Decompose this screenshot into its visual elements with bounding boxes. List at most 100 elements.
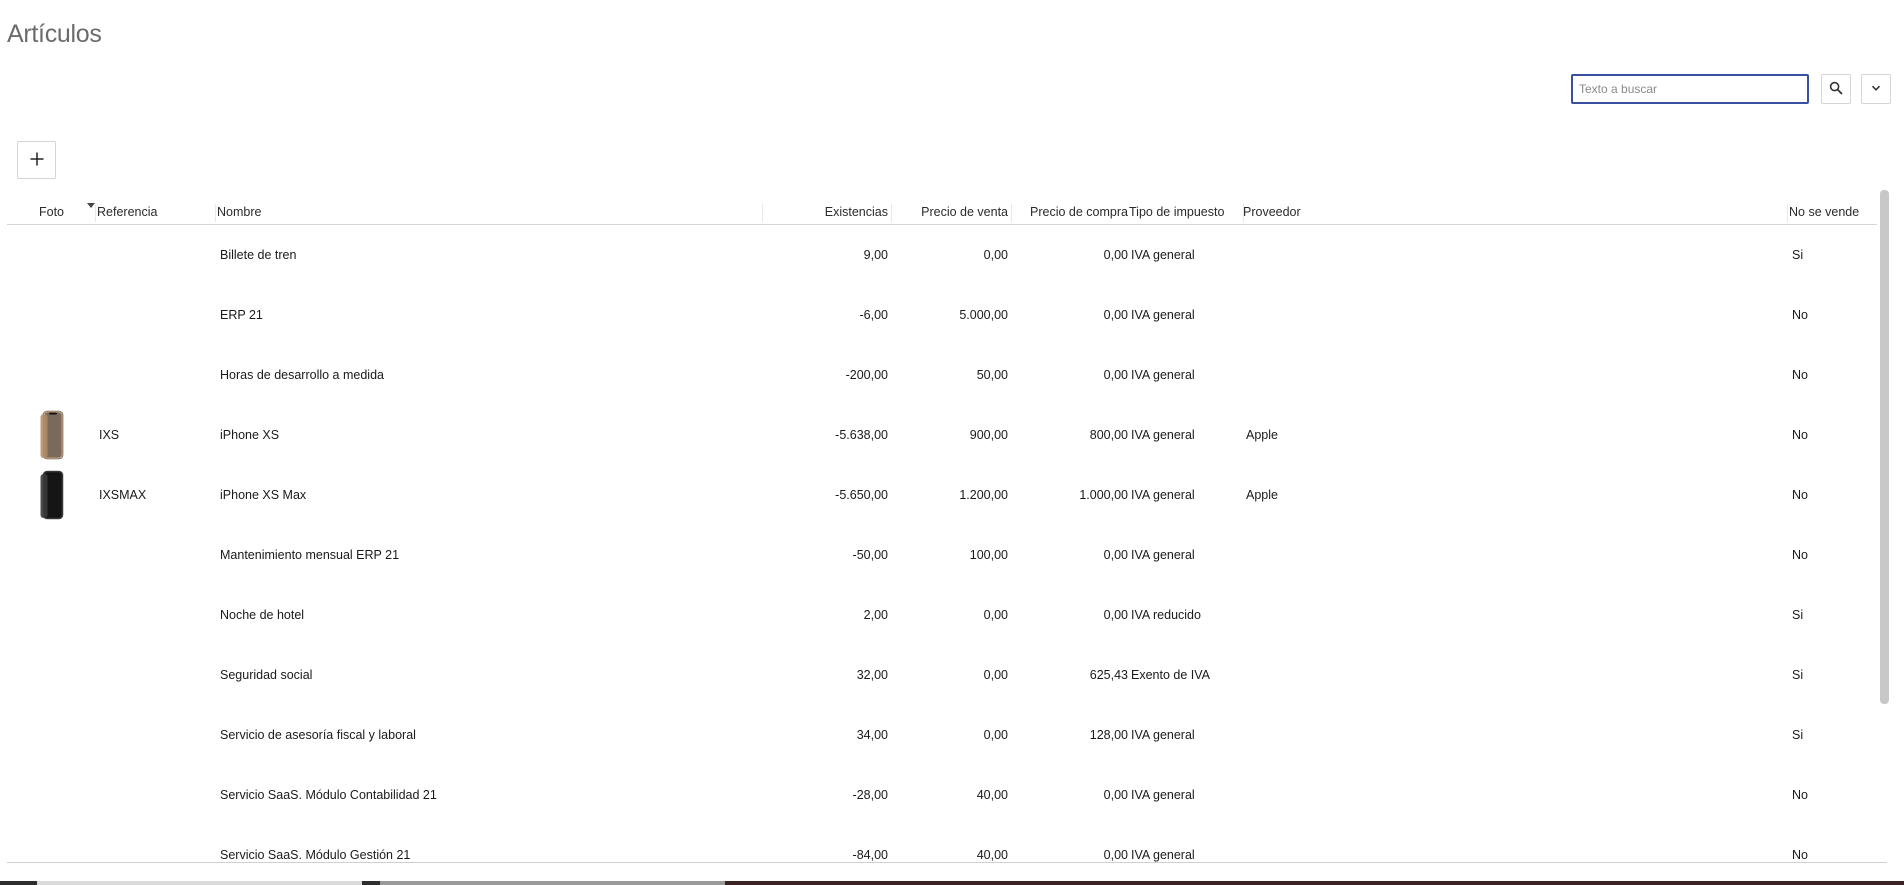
taskbar-strip <box>0 881 1904 885</box>
cell-nombre: Mantenimiento mensual ERP 21 <box>220 548 400 562</box>
cell-tipo-impuesto: IVA general <box>1131 548 1195 562</box>
table-body: Billete de tren 9,00 0,00 0,00 IVA general Si… <box>0 225 1878 862</box>
cell-no-se-vende: No <box>1792 428 1808 442</box>
cell-no-se-vende: No <box>1792 848 1808 862</box>
cell-precio-compra: 1.000,00 <box>1079 488 1128 502</box>
cell-precio-compra: 0,00 <box>1103 248 1128 262</box>
column-header-no-se-vende[interactable]: No se vende <box>1789 205 1859 219</box>
cell-precio-compra: 0,00 <box>1103 848 1128 862</box>
cell-precio-venta: 0,00 <box>983 608 1008 622</box>
cell-nombre: Billete de tren <box>220 248 297 262</box>
cell-no-se-vende: Si <box>1792 728 1804 742</box>
column-separator[interactable] <box>95 204 96 222</box>
plus-icon <box>29 151 45 170</box>
column-header-precio-compra[interactable]: Precio de compra <box>1013 205 1128 219</box>
cell-precio-compra: 0,00 <box>1103 368 1128 382</box>
column-header-foto[interactable]: Foto <box>39 205 64 219</box>
cell-precio-venta: 50,00 <box>976 368 1008 382</box>
taskbar-segment <box>725 881 1904 885</box>
cell-no-se-vende: No <box>1792 488 1808 502</box>
cell-nombre: ERP 21 <box>220 308 263 322</box>
cell-existencias: -5.638,00 <box>835 428 888 442</box>
cell-tipo-impuesto: IVA general <box>1131 848 1195 862</box>
cell-precio-compra: 0,00 <box>1103 308 1128 322</box>
product-photo <box>40 470 66 520</box>
table-row[interactable]: ERP 21 -6,00 5.000,00 0,00 IVA general No <box>7 285 1877 345</box>
cell-no-se-vende: Si <box>1792 668 1804 682</box>
column-header-existencias[interactable]: Existencias <box>767 205 888 219</box>
product-photo <box>40 410 66 460</box>
cell-nombre: Seguridad social <box>220 668 313 682</box>
column-separator[interactable] <box>215 204 216 222</box>
table-bottom-border <box>7 862 1887 863</box>
cell-existencias: 9,00 <box>863 248 888 262</box>
cell-precio-compra: 0,00 <box>1103 548 1128 562</box>
cell-precio-venta: 40,00 <box>976 848 1008 862</box>
table-row[interactable]: Servicio SaaS. Módulo Gestión 21 -84,00 40… <box>7 825 1877 862</box>
cell-nombre: Servicio SaaS. Módulo Contabilidad 21 <box>220 788 437 802</box>
cell-no-se-vende: Si <box>1792 248 1804 262</box>
taskbar-segment <box>380 881 725 885</box>
cell-tipo-impuesto: IVA general <box>1131 488 1195 502</box>
cell-referencia: IXSMAX <box>99 488 147 502</box>
cell-existencias: -6,00 <box>859 308 889 322</box>
vertical-scrollbar[interactable] <box>1880 190 1889 704</box>
cell-existencias: 2,00 <box>863 608 888 622</box>
cell-nombre: Noche de hotel <box>220 608 305 622</box>
cell-existencias: -50,00 <box>852 548 888 562</box>
articles-page: Artículos Foto Referenc <box>0 0 1904 885</box>
table-row[interactable]: Servicio de asesoría fiscal y laboral 34,… <box>7 705 1877 765</box>
cell-precio-venta: 0,00 <box>983 728 1008 742</box>
cell-tipo-impuesto: IVA general <box>1131 788 1195 802</box>
column-separator[interactable] <box>762 204 763 222</box>
cell-precio-venta: 100,00 <box>969 548 1008 562</box>
table-row[interactable]: Noche de hotel 2,00 0,00 0,00 IVA reducido Si <box>7 585 1877 645</box>
cell-precio-compra: 128,00 <box>1089 728 1128 742</box>
cell-precio-compra: 625,43 <box>1089 668 1128 682</box>
cell-nombre: iPhone XS Max <box>220 488 307 502</box>
cell-tipo-impuesto: IVA general <box>1131 728 1195 742</box>
column-separator[interactable] <box>1011 204 1012 222</box>
cell-no-se-vende: Si <box>1792 608 1804 622</box>
cell-nombre: Servicio de asesoría fiscal y laboral <box>220 728 416 742</box>
cell-existencias: -200,00 <box>845 368 888 382</box>
cell-existencias: 32,00 <box>856 668 888 682</box>
column-header-referencia[interactable]: Referencia <box>97 205 157 219</box>
table-row[interactable]: IXSMAX iPhone XS Max -5.650,00 1.200,00 1.00… <box>7 465 1877 525</box>
cell-tipo-impuesto: IVA general <box>1131 308 1195 322</box>
cell-existencias: -28,00 <box>852 788 888 802</box>
table-row[interactable]: Seguridad social 32,00 0,00 625,43 Exento de… <box>7 645 1877 705</box>
page-title: Artículos <box>7 20 102 48</box>
cell-precio-venta: 1.200,00 <box>959 488 1008 502</box>
chevron-down-icon <box>1870 82 1882 97</box>
column-header-nombre[interactable]: Nombre <box>217 205 261 219</box>
table-row[interactable]: Horas de desarrollo a medida -200,00 50,00… <box>7 345 1877 405</box>
add-button[interactable] <box>17 141 56 179</box>
cell-precio-venta: 0,00 <box>983 668 1008 682</box>
column-header-precio-venta[interactable]: Precio de venta <box>893 205 1008 219</box>
cell-no-se-vende: No <box>1792 788 1808 802</box>
search-button[interactable] <box>1821 74 1851 104</box>
cell-nombre: Servicio SaaS. Módulo Gestión 21 <box>220 848 411 862</box>
column-header-tipo-impuesto[interactable]: Tipo de impuesto <box>1129 205 1224 219</box>
cell-existencias: -84,00 <box>852 848 888 862</box>
cell-precio-compra: 0,00 <box>1103 608 1128 622</box>
column-separator[interactable] <box>1787 204 1788 222</box>
sort-desc-icon <box>87 203 95 208</box>
search-input[interactable] <box>1571 74 1809 104</box>
expand-filters-button[interactable] <box>1861 74 1891 104</box>
cell-precio-venta: 5.000,00 <box>959 308 1008 322</box>
column-header-proveedor[interactable]: Proveedor <box>1243 205 1301 219</box>
cell-proveedor: Apple <box>1246 428 1278 442</box>
cell-existencias: -5.650,00 <box>835 488 888 502</box>
table-row[interactable]: Billete de tren 9,00 0,00 0,00 IVA general Si <box>7 225 1877 285</box>
cell-nombre: Horas de desarrollo a medida <box>220 368 384 382</box>
table-row[interactable]: Mantenimiento mensual ERP 21 -50,00 100,00… <box>7 525 1877 585</box>
cell-existencias: 34,00 <box>856 728 888 742</box>
cell-tipo-impuesto: IVA general <box>1131 428 1195 442</box>
table-row[interactable]: Servicio SaaS. Módulo Contabilidad 21 -28… <box>7 765 1877 825</box>
search-icon <box>1829 81 1843 98</box>
column-separator[interactable] <box>891 204 892 222</box>
cell-nombre: iPhone XS <box>220 428 280 442</box>
table-row[interactable]: IXS iPhone XS -5.638,00 900,00 800,00 IVA gen… <box>7 405 1877 465</box>
